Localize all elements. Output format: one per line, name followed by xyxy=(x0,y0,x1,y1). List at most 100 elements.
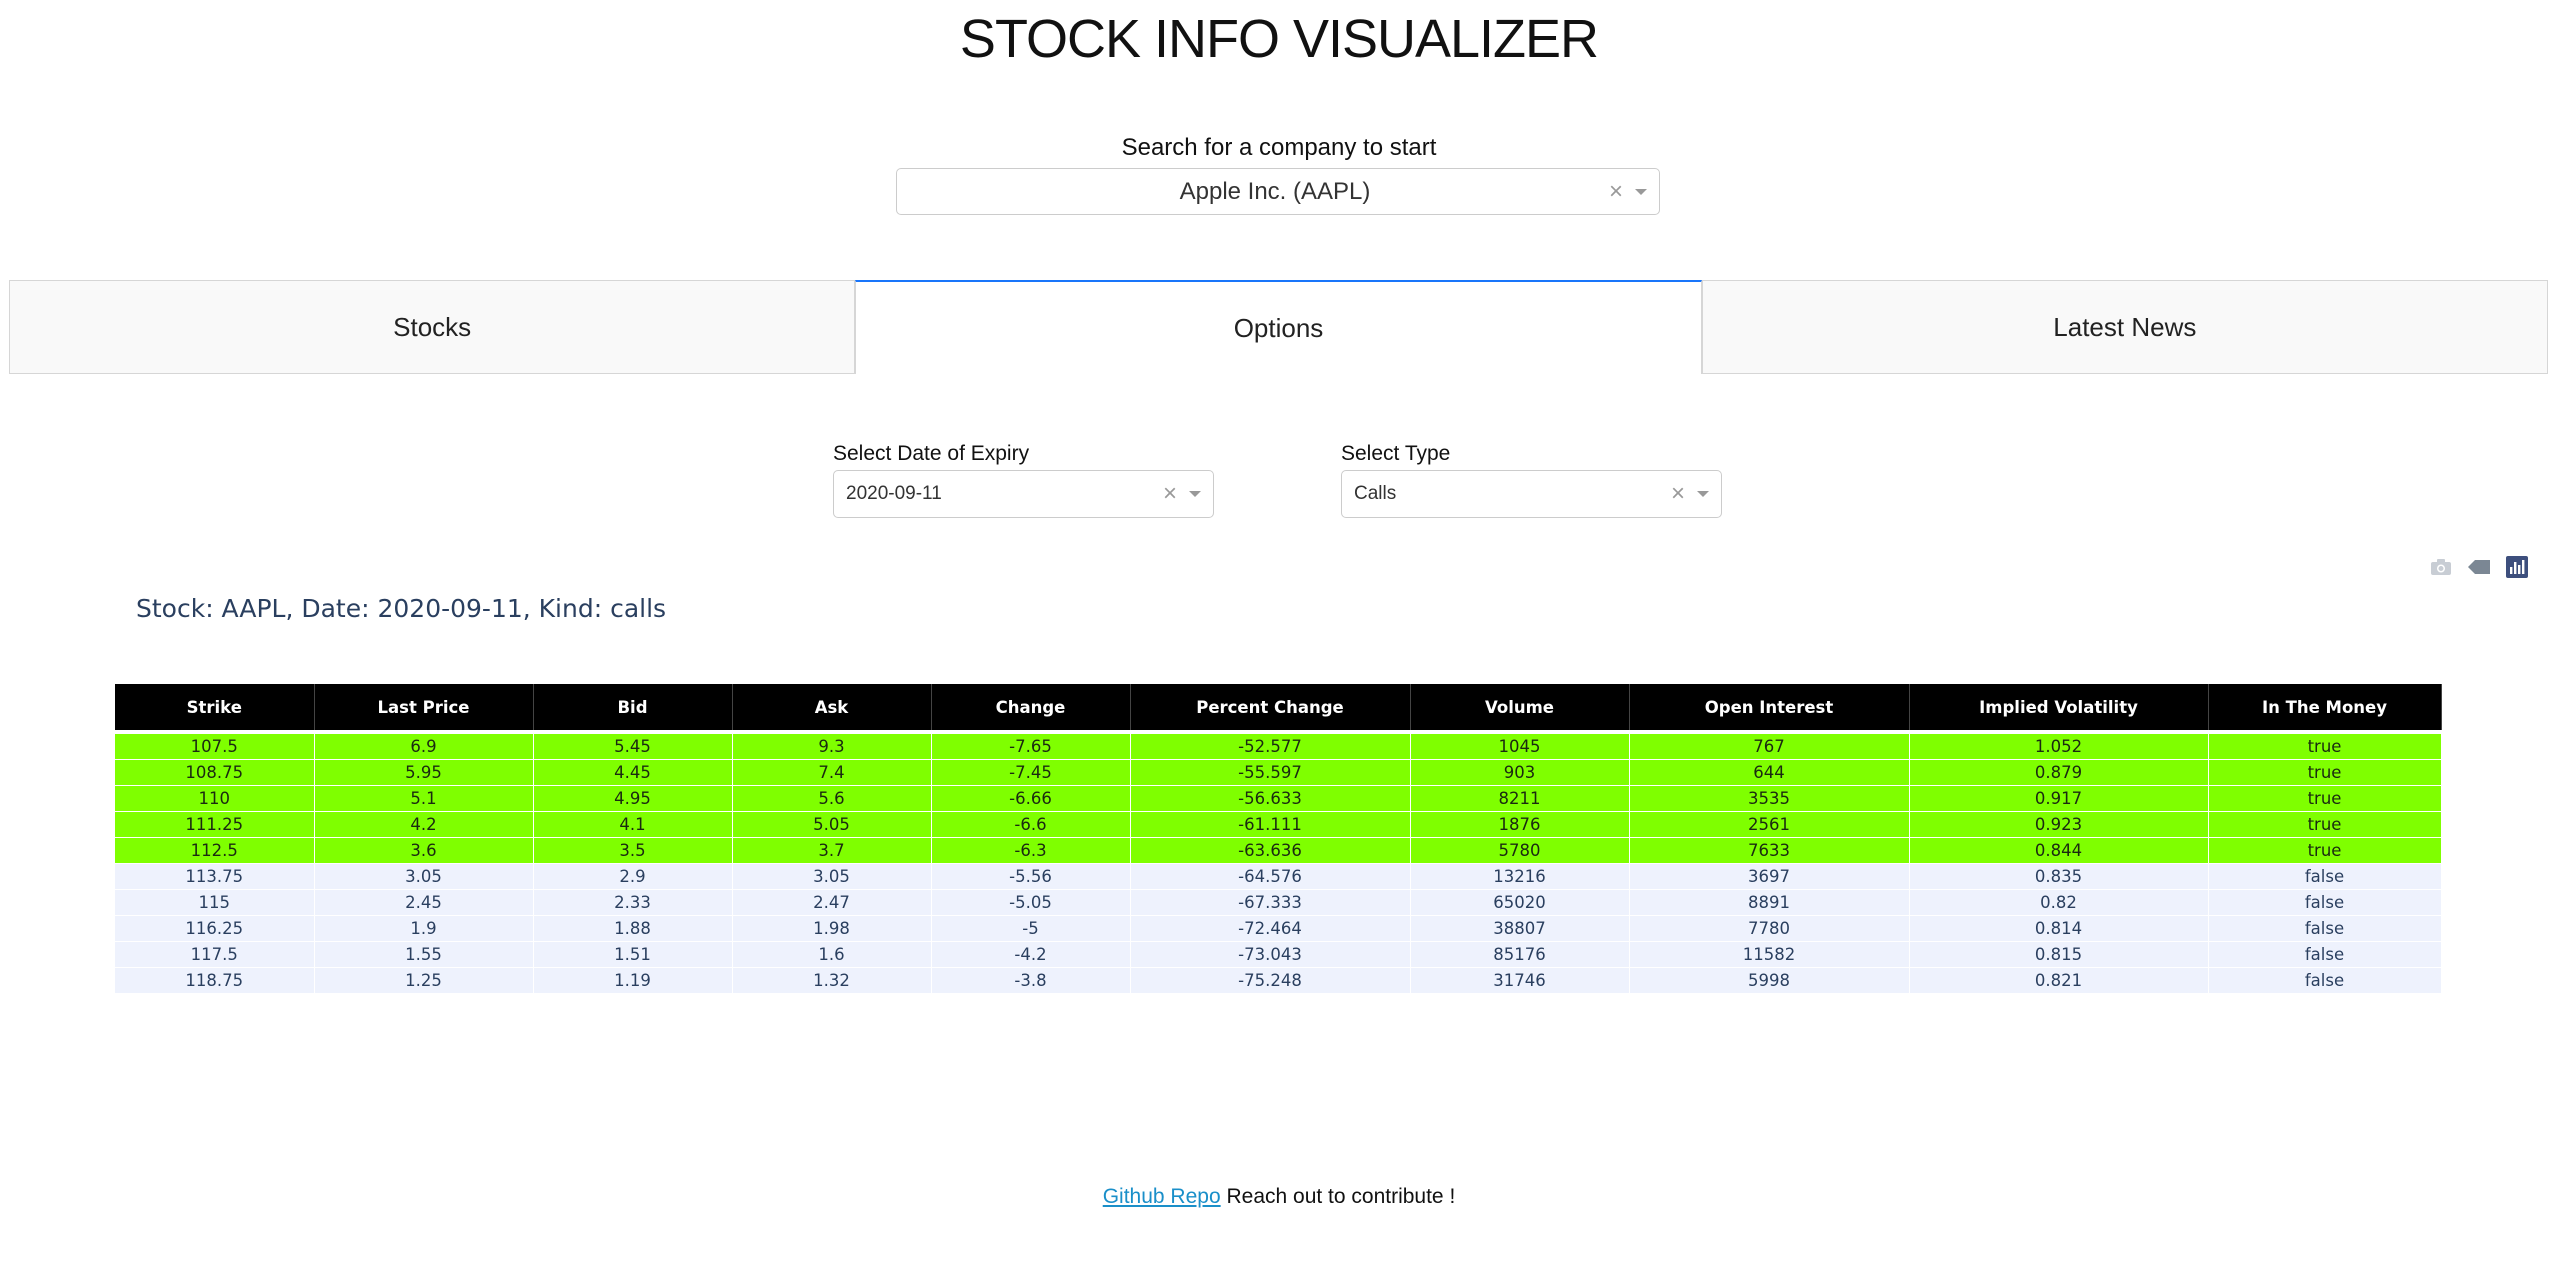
table-cell: 111.25 xyxy=(115,811,315,838)
table-cell: 8891 xyxy=(1629,889,1910,916)
clear-icon[interactable]: × xyxy=(1667,480,1689,508)
chevron-down-icon[interactable] xyxy=(1635,188,1647,195)
table-cell: 1876 xyxy=(1410,811,1630,838)
table-cell: 3.05 xyxy=(732,863,932,890)
table-row: 118.75 1.25 1.19 1.32 -3.8 -75.248 31746 5998 0.… xyxy=(115,967,2442,994)
table-cell: 4.2 xyxy=(314,811,534,838)
table-cell: 644 xyxy=(1629,759,1910,786)
table-cell: 112.5 xyxy=(115,837,315,864)
table-row: 117.5 1.55 1.51 1.6 -4.2 -73.043 85176 11582 0.8… xyxy=(115,941,2442,968)
tag-icon[interactable] xyxy=(2466,556,2492,578)
chevron-down-icon[interactable] xyxy=(1697,491,1709,497)
table-cell: 2.9 xyxy=(533,863,733,890)
company-search-value: Apple Inc. (AAPL) xyxy=(1179,177,1371,205)
column-header: Change xyxy=(931,684,1131,730)
table-cell: 3.6 xyxy=(314,837,534,864)
table-cell: 1.25 xyxy=(314,967,534,994)
table-cell: false xyxy=(2208,967,2442,994)
type-value: Calls xyxy=(1354,483,1397,504)
table-cell: 1045 xyxy=(1410,734,1630,760)
column-header: In The Money xyxy=(2208,684,2442,730)
table-cell: 4.1 xyxy=(533,811,733,838)
table-cell: 8211 xyxy=(1410,785,1630,812)
table-cell: -64.576 xyxy=(1130,863,1411,890)
clear-icon[interactable]: × xyxy=(1159,480,1181,508)
column-header: Open Interest xyxy=(1629,684,1910,730)
table-cell: 0.917 xyxy=(1909,785,2209,812)
table-cell: -6.66 xyxy=(931,785,1131,812)
table-cell: true xyxy=(2208,734,2442,760)
table-cell: -4.2 xyxy=(931,941,1131,968)
table-cell: 2.33 xyxy=(533,889,733,916)
plotly-logo-icon[interactable] xyxy=(2504,556,2530,578)
column-header: Last Price xyxy=(314,684,534,730)
table-row: 107.5 6.9 5.45 9.3 -7.65 -52.577 1045 767 1.052 t… xyxy=(115,734,2442,760)
table-cell: -55.597 xyxy=(1130,759,1411,786)
table-cell: -75.248 xyxy=(1130,967,1411,994)
table-cell: 2.45 xyxy=(314,889,534,916)
table-cell: -72.464 xyxy=(1130,915,1411,942)
table-cell: 3697 xyxy=(1629,863,1910,890)
table-cell: 1.052 xyxy=(1909,734,2209,760)
column-header: Implied Volatility xyxy=(1909,684,2209,730)
table-cell: 0.821 xyxy=(1909,967,2209,994)
table-cell: -63.636 xyxy=(1130,837,1411,864)
table-cell: -56.633 xyxy=(1130,785,1411,812)
plot-modebar xyxy=(2428,556,2530,578)
table-cell: false xyxy=(2208,863,2442,890)
table-cell: -6.6 xyxy=(931,811,1131,838)
expiry-label: Select Date of Expiry xyxy=(833,442,1030,465)
column-header: Strike xyxy=(115,684,315,730)
table-cell: 115 xyxy=(115,889,315,916)
tab-options[interactable]: Options xyxy=(855,280,1702,374)
table-cell: 3535 xyxy=(1629,785,1910,812)
table-cell: 3.5 xyxy=(533,837,733,864)
table-cell: 3.05 xyxy=(314,863,534,890)
table-cell: 31746 xyxy=(1410,967,1630,994)
table-cell: 1.32 xyxy=(732,967,932,994)
chevron-down-icon[interactable] xyxy=(1189,491,1201,497)
table-cell: -7.45 xyxy=(931,759,1131,786)
page-title: STOCK INFO VISUALIZER xyxy=(959,9,1599,69)
table-cell: 85176 xyxy=(1410,941,1630,968)
company-search-dropdown[interactable]: Apple Inc. (AAPL) × xyxy=(896,168,1660,215)
table-cell: false xyxy=(2208,915,2442,942)
tab-stocks[interactable]: Stocks xyxy=(9,280,856,374)
table-row: 115 2.45 2.33 2.47 -5.05 -67.333 65020 8891 0.82… xyxy=(115,889,2442,916)
table-cell: 0.815 xyxy=(1909,941,2209,968)
table-cell: 1.9 xyxy=(314,915,534,942)
type-dropdown[interactable]: Calls × xyxy=(1341,470,1722,518)
table-cell: 5.1 xyxy=(314,785,534,812)
clear-icon[interactable]: × xyxy=(1605,178,1627,206)
table-cell: 38807 xyxy=(1410,915,1630,942)
table-cell: 6.9 xyxy=(314,734,534,760)
github-repo-link[interactable]: Github Repo xyxy=(1103,1185,1221,1208)
table-cell: 118.75 xyxy=(115,967,315,994)
column-header: Percent Change xyxy=(1130,684,1411,730)
table-cell: true xyxy=(2208,811,2442,838)
table-row: 112.5 3.6 3.5 3.7 -6.3 -63.636 5780 7633 0.844 tr… xyxy=(115,837,2442,864)
tab-latest-news[interactable]: Latest News xyxy=(1701,280,2548,374)
table-cell: -73.043 xyxy=(1130,941,1411,968)
table-cell: true xyxy=(2208,759,2442,786)
table-cell: 9.3 xyxy=(732,734,932,760)
type-label: Select Type xyxy=(1341,442,1451,465)
table-row: 111.25 4.2 4.1 5.05 -6.6 -61.111 1876 2561 0.923… xyxy=(115,811,2442,838)
table-cell: 2561 xyxy=(1629,811,1910,838)
table-cell: 5998 xyxy=(1629,967,1910,994)
column-header: Bid xyxy=(533,684,733,730)
table-row: 116.25 1.9 1.88 1.98 -5 -72.464 38807 7780 0.814… xyxy=(115,915,2442,942)
table-cell: 767 xyxy=(1629,734,1910,760)
column-header: Ask xyxy=(732,684,932,730)
column-header: Volume xyxy=(1410,684,1630,730)
table-cell: 4.95 xyxy=(533,785,733,812)
table-cell: 7.4 xyxy=(732,759,932,786)
table-cell: 7633 xyxy=(1629,837,1910,864)
table-cell: 113.75 xyxy=(115,863,315,890)
camera-icon[interactable] xyxy=(2428,556,2454,578)
company-search-label: Search for a company to start xyxy=(1121,134,1437,161)
options-table: Strike Last Price Bid Ask Change Percent… xyxy=(115,684,2442,994)
expiry-dropdown[interactable]: 2020-09-11 × xyxy=(833,470,1214,518)
table-cell: 5.6 xyxy=(732,785,932,812)
table-cell: 117.5 xyxy=(115,941,315,968)
